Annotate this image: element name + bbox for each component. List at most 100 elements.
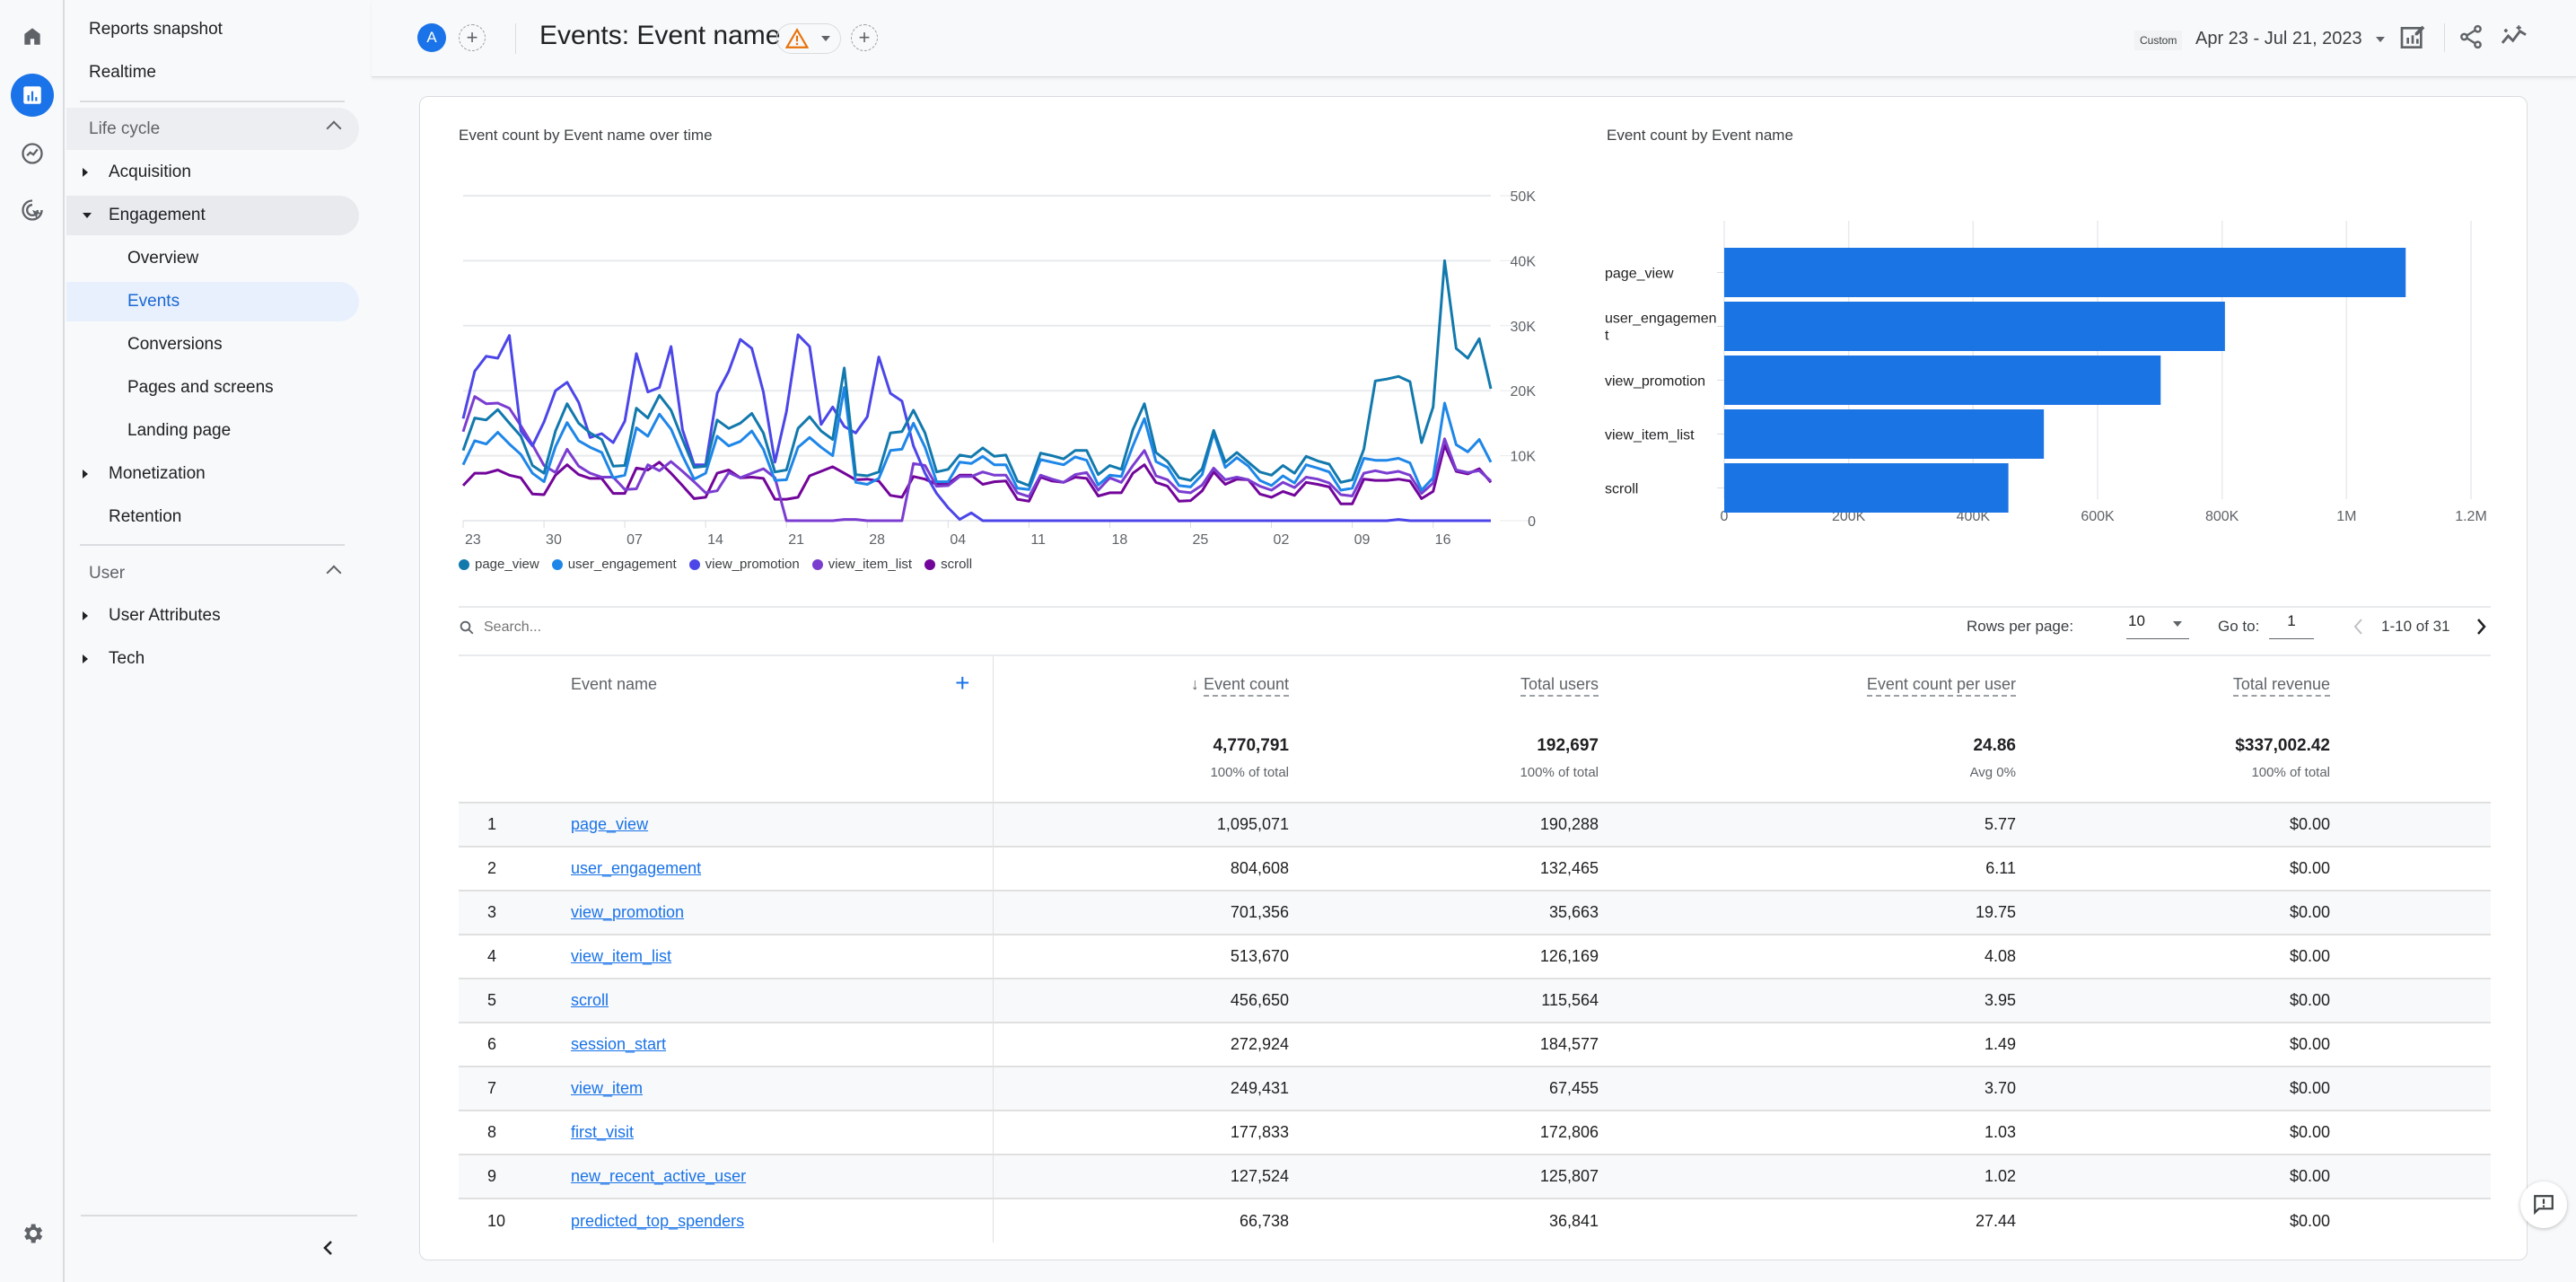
legend-item[interactable]: user_engagement xyxy=(551,557,677,572)
total-revenue-cell: $0.00 xyxy=(2016,1198,2330,1242)
event-name-cell: first_visit xyxy=(571,1110,994,1155)
nav-item-conversions[interactable]: Conversions xyxy=(66,325,359,364)
rank-cell: 10 xyxy=(459,1198,571,1242)
nav-item-pages-and-screens[interactable]: Pages and screens xyxy=(66,368,359,408)
nav-item-overview[interactable]: Overview xyxy=(66,239,359,278)
home-button[interactable] xyxy=(11,14,54,57)
rows-per-page-value: 10 xyxy=(2128,612,2145,629)
rank-cell: 4 xyxy=(459,934,571,979)
caret-down-icon xyxy=(2376,36,2386,42)
event-name-link[interactable]: view_item_list xyxy=(571,947,671,965)
dimension-header[interactable]: Event name + xyxy=(571,656,994,713)
collapse-arrow-icon xyxy=(83,213,92,218)
total-users-cell: 172,806 xyxy=(1289,1110,1599,1155)
customize-report-button[interactable] xyxy=(2398,23,2427,52)
column-header-total-users[interactable]: Total users xyxy=(1289,656,1599,713)
search-input[interactable] xyxy=(484,619,843,636)
collapse-nav-button[interactable] xyxy=(318,1237,339,1259)
insights-button[interactable] xyxy=(2499,22,2529,50)
legend-dot xyxy=(459,558,469,570)
event-name-link[interactable]: page_view xyxy=(571,815,648,833)
event-count-per-user-cell: 5.77 xyxy=(1599,802,2016,847)
y-tick-label: 40K xyxy=(1511,254,1537,269)
rank-cell: 1 xyxy=(459,802,571,847)
nav-section-user[interactable]: User xyxy=(66,552,359,594)
nav-item-monetization[interactable]: Monetization xyxy=(66,454,359,494)
total-revenue-cell: $0.00 xyxy=(2016,846,2330,891)
category-label: page_view xyxy=(1605,267,1674,282)
total-value: 4,770,791 xyxy=(1213,736,1289,755)
nav-item-landing-page[interactable]: Landing page xyxy=(66,411,359,451)
table-search[interactable] xyxy=(459,619,843,636)
total-revenue-cell: $0.00 xyxy=(2016,1066,2330,1111)
event-name-cell: session_start xyxy=(571,1022,994,1067)
event-name-link[interactable]: new_recent_active_user xyxy=(571,1167,746,1185)
event-name-link[interactable]: user_engagement xyxy=(571,859,701,877)
nav-realtime[interactable]: Realtime xyxy=(89,63,156,83)
add-dimension-button[interactable]: + xyxy=(955,669,969,698)
legend-item[interactable]: view_item_list xyxy=(811,557,912,572)
add-comparison-button[interactable]: + xyxy=(459,24,486,51)
expand-arrow-icon xyxy=(83,470,88,479)
nav-item-acquisition[interactable]: Acquisition xyxy=(66,153,359,192)
event-name-link[interactable]: session_start xyxy=(571,1035,666,1053)
goto-page-input[interactable]: 1 xyxy=(2269,612,2314,639)
event-count-cell: 513,670 xyxy=(993,934,1289,979)
reports-icon xyxy=(23,86,41,104)
nav-section-lifecycle[interactable]: Life cycle xyxy=(66,108,359,150)
spacer xyxy=(2330,1066,2491,1111)
event-name-link[interactable]: view_promotion xyxy=(571,903,684,921)
total-revenue-cell: $0.00 xyxy=(2016,802,2330,847)
nav-divider xyxy=(81,1215,357,1216)
column-header-total-revenue[interactable]: Total revenue xyxy=(2016,656,2330,713)
dimension-header-label: Event name xyxy=(571,675,658,693)
x-tick-label: 11 xyxy=(1030,532,1046,546)
spacer xyxy=(2330,1110,2491,1155)
legend-item[interactable]: page_view xyxy=(459,557,539,572)
column-header-event-count-per-user[interactable]: Event count per user xyxy=(1599,656,2016,713)
nav-item-retention[interactable]: Retention xyxy=(66,497,359,537)
nav-item-engagement[interactable]: Engagement xyxy=(66,196,359,235)
nav-item-tech[interactable]: Tech xyxy=(66,639,359,679)
event-name-cell: scroll xyxy=(571,978,994,1023)
expand-arrow-icon xyxy=(83,654,88,663)
share-button[interactable] xyxy=(2458,23,2484,50)
event-name-link[interactable]: scroll xyxy=(571,991,609,1009)
nav-item-label: Engagement xyxy=(109,206,206,224)
rows-per-page-select[interactable]: 10 xyxy=(2126,612,2189,639)
column-header-event-count[interactable]: ↓ Event count xyxy=(993,656,1289,713)
total-sub: 100% of total xyxy=(1520,765,1599,780)
x-tick-label: 23 xyxy=(465,532,481,546)
x-tick-label: 14 xyxy=(707,532,723,546)
comparison-avatar[interactable]: A xyxy=(417,23,446,52)
legend-item[interactable]: scroll xyxy=(924,557,972,572)
nav-divider xyxy=(80,101,345,102)
nav-item-user-attributes[interactable]: User Attributes xyxy=(66,596,359,636)
nav-reports-snapshot[interactable]: Reports snapshot xyxy=(89,20,223,40)
nav-item-events[interactable]: Events xyxy=(66,282,359,321)
reports-button[interactable] xyxy=(11,74,54,117)
feedback-button[interactable] xyxy=(2520,1181,2567,1228)
chevron-right-icon xyxy=(2477,619,2486,635)
data-quality-chip[interactable] xyxy=(776,23,841,54)
next-page-button[interactable] xyxy=(2472,616,2490,637)
total-value: 24.86 xyxy=(1973,736,2016,755)
date-range-picker[interactable]: Apr 23 - Jul 21, 2023 xyxy=(2195,29,2386,49)
total-revenue-cell: $0.00 xyxy=(2016,1110,2330,1155)
event-count-per-user-cell: 4.08 xyxy=(1599,934,2016,979)
add-filter-button[interactable]: + xyxy=(851,24,878,51)
total-users-cell: 67,455 xyxy=(1289,1066,1599,1111)
explore-icon xyxy=(22,143,43,164)
event-name-link[interactable]: predicted_top_spenders xyxy=(571,1212,744,1230)
nav-item-label: Overview xyxy=(127,249,199,268)
explore-button[interactable] xyxy=(11,132,54,175)
category-label: scroll xyxy=(1605,482,1638,497)
advertising-button[interactable] xyxy=(11,189,54,232)
event-name-link[interactable]: first_visit xyxy=(571,1123,634,1141)
prev-page-button[interactable] xyxy=(2350,616,2368,637)
legend-item[interactable]: view_promotion xyxy=(688,557,800,572)
admin-settings-button[interactable] xyxy=(11,1212,54,1255)
event-name-link[interactable]: view_item xyxy=(571,1079,643,1097)
x-tick-label: 25 xyxy=(1193,532,1209,546)
sort-desc-icon: ↓ xyxy=(1190,675,1199,693)
